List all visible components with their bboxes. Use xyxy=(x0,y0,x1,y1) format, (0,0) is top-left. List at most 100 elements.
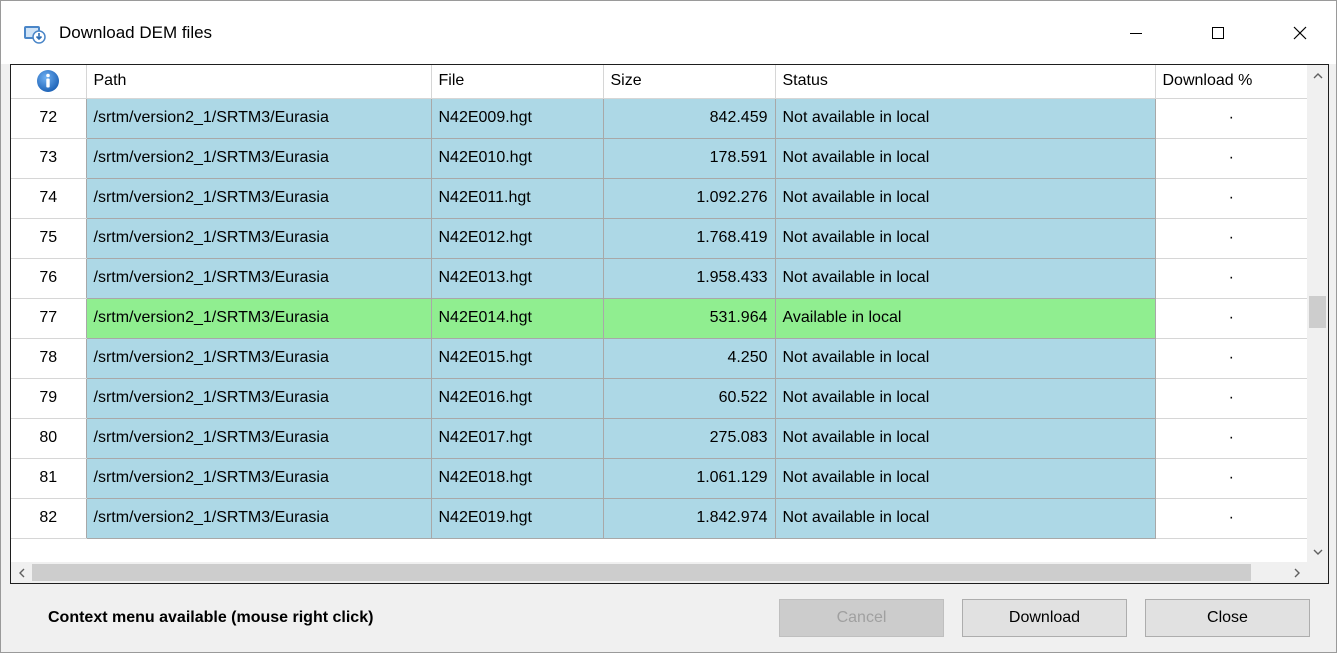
file-cell[interactable]: N42E013.hgt xyxy=(430,257,604,299)
close-button[interactable]: Close xyxy=(1145,599,1310,637)
table-row[interactable]: 81/srtm/version2_1/SRTM3/Eurasia N42E018.… xyxy=(11,457,1307,499)
download-pct-cell[interactable]: · xyxy=(1154,497,1307,539)
vertical-scroll-thumb[interactable] xyxy=(1309,296,1326,328)
download-pct-cell[interactable]: · xyxy=(1154,257,1307,299)
path-cell[interactable]: /srtm/version2_1/SRTM3/Eurasia xyxy=(85,297,432,339)
download-pct-cell[interactable]: · xyxy=(1154,417,1307,459)
table-row[interactable]: 82/srtm/version2_1/SRTM3/Eurasia N42E019.… xyxy=(11,497,1307,539)
download-pct-cell[interactable]: · xyxy=(1154,457,1307,499)
status-cell[interactable]: Not available in local xyxy=(774,137,1156,179)
table-row[interactable]: 73/srtm/version2_1/SRTM3/Eurasia N42E010.… xyxy=(11,137,1307,179)
download-pct-cell[interactable]: · xyxy=(1154,97,1307,139)
status-cell[interactable]: Not available in local xyxy=(774,417,1156,459)
file-cell[interactable]: N42E019.hgt xyxy=(430,497,604,539)
status-cell[interactable]: Not available in local xyxy=(774,337,1156,379)
size-cell[interactable]: 1.842.974 xyxy=(602,497,776,539)
file-cell[interactable]: N42E017.hgt xyxy=(430,417,604,459)
path-cell[interactable]: /srtm/version2_1/SRTM3/Eurasia xyxy=(85,257,432,299)
row-header-corner[interactable] xyxy=(11,65,87,99)
file-cell[interactable]: N42E016.hgt xyxy=(430,377,604,419)
file-cell[interactable]: N42E015.hgt xyxy=(430,337,604,379)
download-pct-cell[interactable]: · xyxy=(1154,377,1307,419)
download-pct-cell[interactable]: · xyxy=(1154,177,1307,219)
size-cell[interactable]: 1.061.129 xyxy=(602,457,776,499)
row-index[interactable]: 74 xyxy=(11,178,87,219)
path-cell[interactable]: /srtm/version2_1/SRTM3/Eurasia xyxy=(85,217,432,259)
table-row[interactable]: 74/srtm/version2_1/SRTM3/Eurasia N42E011.… xyxy=(11,177,1307,219)
size-cell[interactable]: 531.964 xyxy=(602,297,776,339)
dem-files-table: Path File Size Status Download % 72/srtm… xyxy=(11,65,1308,539)
row-index[interactable]: 75 xyxy=(11,218,87,259)
table-row[interactable]: 80/srtm/version2_1/SRTM3/Eurasia N42E017.… xyxy=(11,417,1307,459)
row-index[interactable]: 81 xyxy=(11,458,87,499)
table-row[interactable]: 72/srtm/version2_1/SRTM3/Eurasia N42E009.… xyxy=(11,97,1307,139)
minimize-button[interactable] xyxy=(1105,1,1167,64)
scroll-up-arrow[interactable] xyxy=(1307,65,1328,86)
size-cell[interactable]: 178.591 xyxy=(602,137,776,179)
path-cell[interactable]: /srtm/version2_1/SRTM3/Eurasia xyxy=(85,417,432,459)
table-row[interactable]: 78/srtm/version2_1/SRTM3/Eurasia N42E015.… xyxy=(11,337,1307,379)
path-cell[interactable]: /srtm/version2_1/SRTM3/Eurasia xyxy=(85,377,432,419)
status-cell[interactable]: Not available in local xyxy=(774,177,1156,219)
file-cell[interactable]: N42E018.hgt xyxy=(430,457,604,499)
table-row[interactable]: 79/srtm/version2_1/SRTM3/Eurasia N42E016.… xyxy=(11,377,1307,419)
table-row[interactable]: 76/srtm/version2_1/SRTM3/Eurasia N42E013.… xyxy=(11,257,1307,299)
row-index[interactable]: 80 xyxy=(11,418,87,459)
file-cell[interactable]: N42E009.hgt xyxy=(430,97,604,139)
status-cell[interactable]: Not available in local xyxy=(774,377,1156,419)
row-index[interactable]: 73 xyxy=(11,138,87,179)
scroll-down-arrow[interactable] xyxy=(1307,541,1328,562)
path-cell[interactable]: /srtm/version2_1/SRTM3/Eurasia xyxy=(85,137,432,179)
file-cell[interactable]: N42E011.hgt xyxy=(430,177,604,219)
status-cell[interactable]: Not available in local xyxy=(774,497,1156,539)
download-pct-cell[interactable]: · xyxy=(1154,337,1307,379)
download-pct-cell[interactable]: · xyxy=(1154,217,1307,259)
status-cell[interactable]: Available in local xyxy=(774,297,1156,339)
path-cell[interactable]: /srtm/version2_1/SRTM3/Eurasia xyxy=(85,97,432,139)
size-cell[interactable]: 4.250 xyxy=(602,337,776,379)
path-cell[interactable]: /srtm/version2_1/SRTM3/Eurasia xyxy=(85,457,432,499)
column-header-file[interactable]: File xyxy=(431,65,604,99)
table-row[interactable]: 75/srtm/version2_1/SRTM3/Eurasia N42E012.… xyxy=(11,217,1307,259)
file-cell[interactable]: N42E010.hgt xyxy=(430,137,604,179)
title-bar[interactable]: Download DEM files xyxy=(1,1,1336,64)
status-cell[interactable]: Not available in local xyxy=(774,97,1156,139)
size-cell[interactable]: 60.522 xyxy=(602,377,776,419)
file-cell[interactable]: N42E012.hgt xyxy=(430,217,604,259)
row-index[interactable]: 72 xyxy=(11,98,87,139)
vertical-scrollbar[interactable] xyxy=(1307,65,1328,562)
size-cell[interactable]: 842.459 xyxy=(602,97,776,139)
column-header-size[interactable]: Size xyxy=(603,65,776,99)
dem-files-grid[interactable]: Path File Size Status Download % 72/srtm… xyxy=(10,64,1329,584)
column-header-path[interactable]: Path xyxy=(86,65,432,99)
window-close-button[interactable] xyxy=(1269,1,1331,64)
maximize-button[interactable] xyxy=(1187,1,1249,64)
row-index[interactable]: 79 xyxy=(11,378,87,419)
path-cell[interactable]: /srtm/version2_1/SRTM3/Eurasia xyxy=(85,497,432,539)
column-header-status[interactable]: Status xyxy=(775,65,1156,99)
download-pct-cell[interactable]: · xyxy=(1154,297,1307,339)
path-cell[interactable]: /srtm/version2_1/SRTM3/Eurasia xyxy=(85,337,432,379)
file-cell[interactable]: N42E014.hgt xyxy=(430,297,604,339)
row-index[interactable]: 76 xyxy=(11,258,87,299)
horizontal-scrollbar[interactable] xyxy=(11,562,1307,583)
row-index[interactable]: 77 xyxy=(11,298,87,339)
horizontal-scroll-thumb[interactable] xyxy=(32,564,1251,581)
status-cell[interactable]: Not available in local xyxy=(774,457,1156,499)
scroll-left-arrow[interactable] xyxy=(11,562,32,583)
download-button[interactable]: Download xyxy=(962,599,1127,637)
table-row[interactable]: 77/srtm/version2_1/SRTM3/Eurasia N42E014.… xyxy=(11,297,1307,339)
size-cell[interactable]: 1.092.276 xyxy=(602,177,776,219)
status-cell[interactable]: Not available in local xyxy=(774,257,1156,299)
row-index[interactable]: 82 xyxy=(11,498,87,539)
size-cell[interactable]: 1.958.433 xyxy=(602,257,776,299)
size-cell[interactable]: 1.768.419 xyxy=(602,217,776,259)
cancel-button[interactable]: Cancel xyxy=(779,599,944,637)
size-cell[interactable]: 275.083 xyxy=(602,417,776,459)
scroll-right-arrow[interactable] xyxy=(1286,562,1307,583)
download-pct-cell[interactable]: · xyxy=(1154,137,1307,179)
row-index[interactable]: 78 xyxy=(11,338,87,379)
status-cell[interactable]: Not available in local xyxy=(774,217,1156,259)
column-header-download-pct[interactable]: Download % xyxy=(1155,65,1308,99)
path-cell[interactable]: /srtm/version2_1/SRTM3/Eurasia xyxy=(85,177,432,219)
